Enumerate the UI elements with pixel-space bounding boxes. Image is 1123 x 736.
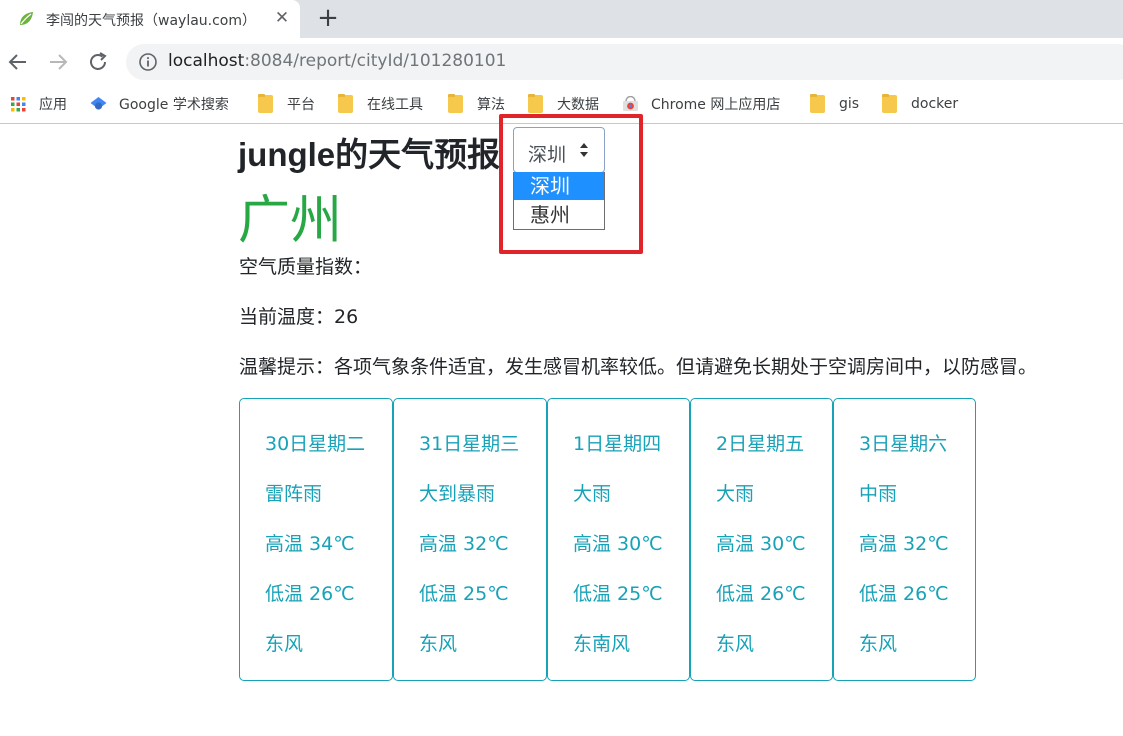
forecast-weather: 大雨: [573, 483, 612, 505]
bookmark-label: 大数据: [557, 97, 599, 113]
forecast-high: 高温 30℃: [573, 533, 663, 555]
forecast-date: 3日星期六: [859, 433, 948, 455]
forecast-weather: 大雨: [716, 483, 755, 505]
reload-icon[interactable]: [86, 50, 110, 74]
folder-icon: [448, 94, 463, 113]
bookmark-google-scholar[interactable]: Google 学术搜索: [90, 94, 229, 114]
forecast-high: 高温 32℃: [859, 533, 949, 555]
bookmark-apps[interactable]: 应用: [10, 94, 67, 114]
forecast-high: 高温 30℃: [716, 533, 806, 555]
bookmark-folder-algorithms[interactable]: 算法: [448, 94, 505, 114]
air-quality-label: 空气质量指数：: [239, 256, 373, 278]
bookmark-chrome-web-store[interactable]: Chrome 网上应用店: [622, 94, 780, 114]
web-store-icon: [623, 96, 638, 111]
forecast-low: 低温 26℃: [716, 583, 806, 605]
forecast-wind: 东风: [716, 633, 755, 655]
bookmark-folder-gis[interactable]: gis: [810, 94, 859, 114]
city-name: 广州: [238, 192, 343, 250]
forecast-date: 2日星期五: [716, 433, 805, 455]
forecast-weather: 中雨: [859, 483, 898, 505]
bookmark-label: 算法: [477, 97, 505, 113]
annotation-highlight-box: [499, 114, 643, 254]
forecast-wind: 东南风: [573, 633, 631, 655]
forecast-low: 低温 25℃: [573, 583, 663, 605]
bookmark-folder-online-tools[interactable]: 在线工具: [338, 94, 423, 114]
url-path: :8084/report/cityId/101280101: [244, 51, 507, 71]
forecast-high: 高温 32℃: [419, 533, 509, 555]
forecast-card: 30日星期二 雷阵雨 高温 34℃ 低温 26℃ 东风: [239, 398, 393, 681]
url-host: localhost: [168, 51, 245, 71]
new-tab-button[interactable]: +: [314, 4, 342, 32]
forecast-date: 30日星期二: [265, 433, 366, 455]
bookmark-label: docker: [911, 96, 959, 112]
forecast-wind: 东风: [419, 633, 458, 655]
bookmark-folder-platform[interactable]: 平台: [258, 94, 315, 114]
current-temperature: 当前温度：26: [239, 306, 359, 328]
url-text[interactable]: localhost:8084/report/cityId/101280101: [168, 51, 506, 71]
bookmark-label: Chrome 网上应用店: [651, 97, 781, 113]
spring-leaf-icon: [20, 12, 33, 25]
forecast-card: 31日星期三 大到暴雨 高温 32℃ 低温 25℃ 东风: [393, 398, 547, 681]
forecast-low: 低温 26℃: [265, 583, 355, 605]
info-icon[interactable]: [138, 52, 158, 72]
tab-strip: 李闯的天气预报（waylau.com） ✕ +: [0, 0, 1123, 38]
apps-grid-icon: [11, 97, 26, 112]
folder-icon: [528, 94, 543, 113]
forecast-card: 2日星期五 大雨 高温 30℃ 低温 26℃ 东风: [690, 398, 833, 681]
forward-arrow-icon[interactable]: [46, 50, 70, 74]
page-title: jungle的天气预报: [238, 136, 501, 173]
forecast-card: 3日星期六 中雨 高温 32℃ 低温 26℃ 东风: [833, 398, 976, 681]
bookmark-label: Google 学术搜索: [119, 97, 229, 113]
forecast-weather: 雷阵雨: [265, 483, 323, 505]
bookmark-folder-big-data[interactable]: 大数据: [528, 94, 599, 114]
forecast-wind: 东风: [859, 633, 898, 655]
bookmark-folder-docker[interactable]: docker: [882, 94, 958, 114]
forecast-wind: 东风: [265, 633, 304, 655]
forecast-weather: 大到暴雨: [419, 483, 496, 505]
folder-icon: [882, 94, 897, 113]
bookmark-label: 在线工具: [367, 97, 423, 113]
browser-toolbar: localhost:8084/report/cityId/101280101: [0, 38, 1123, 86]
browser-tab[interactable]: 李闯的天气预报（waylau.com） ✕: [0, 0, 300, 38]
folder-icon: [810, 94, 825, 113]
weather-tip: 温馨提示：各项气象条件适宜，发生感冒机率较低。但请避免长期处于空调房间中，以防感…: [239, 356, 1038, 378]
forecast-date: 31日星期三: [419, 433, 520, 455]
bookmark-label: 平台: [287, 97, 315, 113]
forecast-high: 高温 34℃: [265, 533, 355, 555]
folder-icon: [258, 94, 273, 113]
forecast-date: 1日星期四: [573, 433, 662, 455]
address-bar[interactable]: localhost:8084/report/cityId/101280101: [126, 44, 1123, 80]
forecast-low: 低温 26℃: [859, 583, 949, 605]
scholar-icon: [90, 97, 107, 110]
tab-close-icon[interactable]: ✕: [272, 8, 292, 28]
bookmark-label: 应用: [39, 97, 67, 113]
tab-title: 李闯的天气预报（waylau.com）: [46, 13, 257, 29]
forecast-card: 1日星期四 大雨 高温 30℃ 低温 25℃ 东南风: [547, 398, 690, 681]
bookmark-label: gis: [839, 96, 860, 112]
forecast-low: 低温 25℃: [419, 583, 509, 605]
back-arrow-icon[interactable]: [6, 50, 30, 74]
folder-icon: [338, 94, 353, 113]
